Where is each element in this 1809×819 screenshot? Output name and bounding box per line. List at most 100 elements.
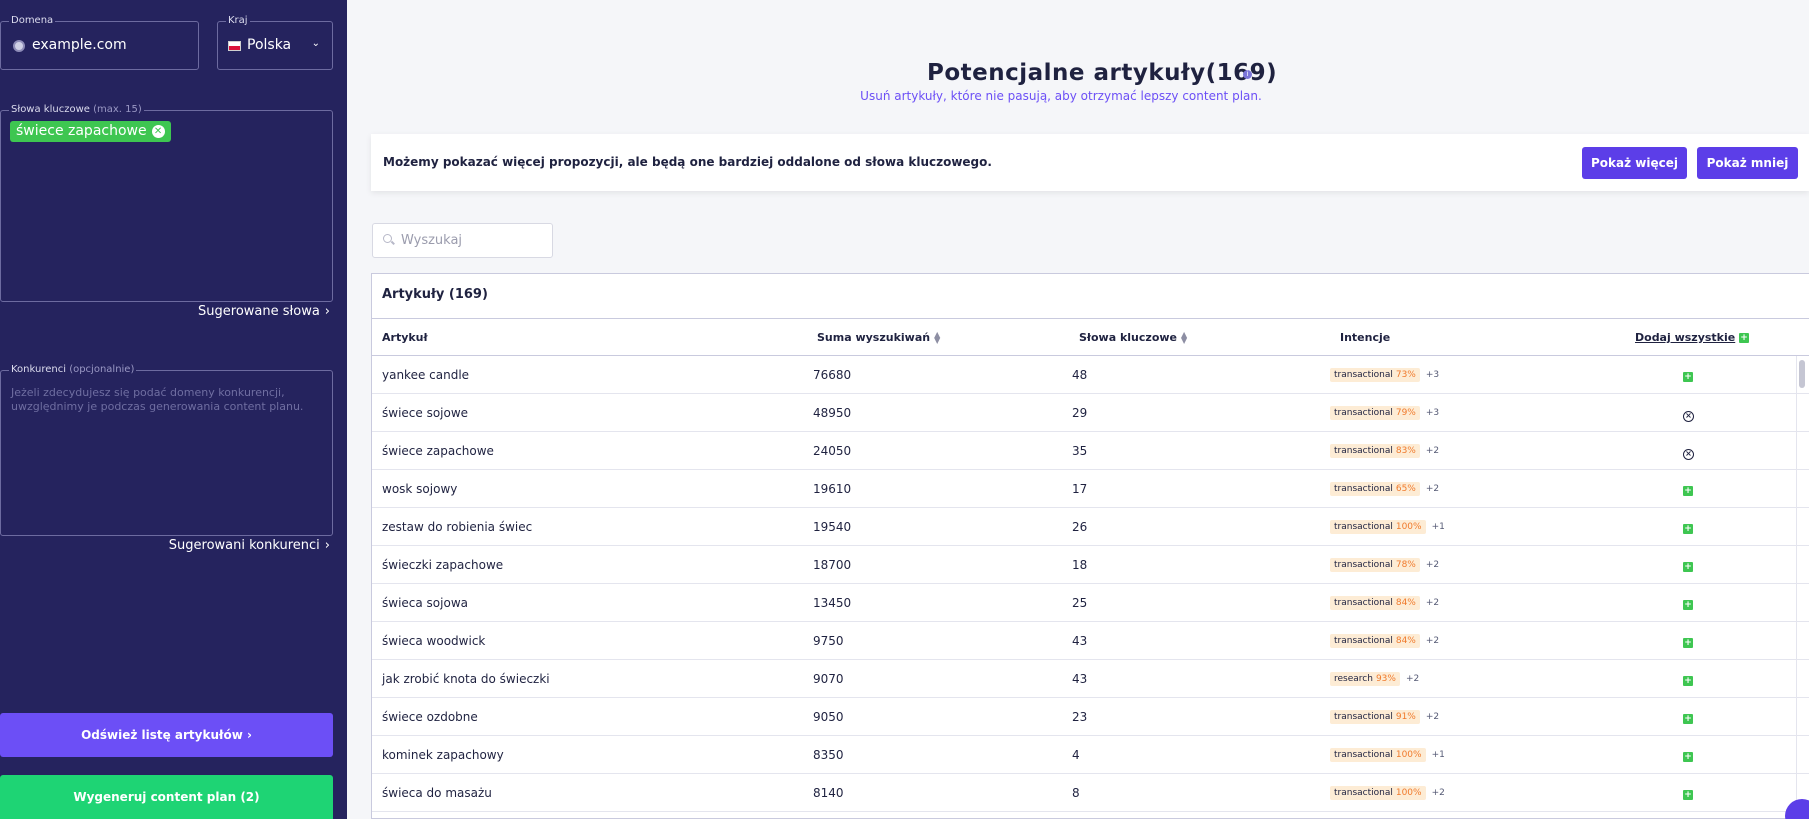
more-intents[interactable]: +1 xyxy=(1432,522,1445,532)
add-article-icon[interactable]: + xyxy=(1683,789,1693,800)
column-intents: Intencje xyxy=(1340,331,1391,344)
search-sum: 9050 xyxy=(813,710,844,724)
more-intents[interactable]: +2 xyxy=(1426,598,1439,608)
suggested-words-link[interactable]: Sugerowane słowa › xyxy=(198,304,330,319)
keyword-count: 35 xyxy=(1072,444,1088,458)
keyword-count: 48 xyxy=(1072,368,1088,382)
intent-badge: transactional 100% xyxy=(1330,786,1426,800)
intent-cell: transactional 100% +2 xyxy=(1330,784,1445,800)
more-intents[interactable]: +3 xyxy=(1426,408,1439,418)
row-action[interactable]: + xyxy=(1683,597,1693,611)
show-more-button[interactable]: Pokaż więcej xyxy=(1582,147,1687,179)
competitors-label: Konkurenci (opcjonalnie) xyxy=(9,364,137,375)
row-action[interactable]: + xyxy=(1683,559,1693,573)
sidebar: Domena example.com Kraj Polska ⌄ Słowa k… xyxy=(0,0,347,819)
more-intents[interactable]: +2 xyxy=(1426,560,1439,570)
globe-icon xyxy=(13,40,25,52)
row-action[interactable]: + xyxy=(1683,711,1693,725)
keywords-field[interactable]: Słowa kluczowe (max. 15) świece zapachow… xyxy=(0,104,333,302)
keyword-count: 23 xyxy=(1072,710,1088,724)
table-row: świece sojowe 48950 29 transactional 79% +3 × xyxy=(372,394,1809,432)
search-sum: 8140 xyxy=(813,786,844,800)
remove-chip-icon[interactable]: ✕ xyxy=(151,125,165,138)
row-action[interactable]: + xyxy=(1683,635,1693,649)
domain-field[interactable]: Domena example.com xyxy=(0,15,199,70)
add-article-icon[interactable]: + xyxy=(1683,713,1693,724)
refresh-articles-button[interactable]: Odśwież listę artykułów › xyxy=(0,713,333,757)
article-name: świeca sojowa xyxy=(382,596,468,610)
row-action[interactable]: + xyxy=(1683,673,1693,687)
intent-cell: transactional 84% +2 xyxy=(1330,594,1439,610)
poland-flag-icon xyxy=(228,41,241,51)
show-less-button[interactable]: Pokaż mniej xyxy=(1697,147,1798,179)
notice-text: Możemy pokazać więcej propozycji, ale bę… xyxy=(383,155,992,169)
column-sum[interactable]: Suma wyszukiwań ▲ ▼ xyxy=(817,331,940,345)
intent-cell: transactional 100% +1 xyxy=(1330,518,1445,534)
article-name: świece sojowe xyxy=(382,406,469,420)
generate-content-plan-button[interactable]: Wygeneruj content plan (2) xyxy=(0,775,333,819)
scrollbar-track[interactable] xyxy=(1796,356,1808,818)
row-action[interactable]: + xyxy=(1683,521,1693,535)
article-name: yankee candle xyxy=(382,368,470,382)
row-action[interactable]: + xyxy=(1683,787,1693,801)
intent-badge: transactional 100% xyxy=(1330,520,1426,534)
more-intents[interactable]: +2 xyxy=(1426,636,1439,646)
article-name: kominek zapachowy xyxy=(382,748,504,762)
add-article-icon[interactable]: + xyxy=(1683,751,1693,762)
intent-cell: research 93% +2 xyxy=(1330,670,1419,686)
column-keywords[interactable]: Słowa kluczowe ▲ ▼ xyxy=(1079,331,1187,345)
search-input[interactable]: Wyszukaj xyxy=(372,223,553,258)
competitors-placeholder: Jeżeli zdecydujesz się podać domeny konk… xyxy=(11,386,304,413)
page-subtitle: Usuń artykuły, które nie pasują, aby otr… xyxy=(860,89,1262,103)
more-intents[interactable]: +1 xyxy=(1432,750,1445,760)
add-article-icon[interactable]: + xyxy=(1683,561,1693,572)
more-intents[interactable]: +2 xyxy=(1426,446,1439,456)
keyword-count: 8 xyxy=(1072,786,1080,800)
table-row: świeczki zapachowe 18700 18 transactional 78… xyxy=(372,546,1809,584)
intent-cell: transactional 73% +3 xyxy=(1330,366,1439,382)
table-row: świeca woodwick 9750 43 transactional 84% +2 + xyxy=(372,622,1809,660)
article-name: świeca woodwick xyxy=(382,634,486,648)
article-name: wosk sojowy xyxy=(382,482,458,496)
row-action[interactable]: + xyxy=(1683,369,1693,383)
competitors-field[interactable]: Konkurenci (opcjonalnie) Jeżeli zdecyduj… xyxy=(0,364,333,536)
more-intents[interactable]: +2 xyxy=(1426,484,1439,494)
keyword-count: 4 xyxy=(1072,748,1080,762)
add-article-icon[interactable]: + xyxy=(1683,675,1693,686)
more-intents[interactable]: +2 xyxy=(1406,674,1419,684)
info-icon[interactable]: i xyxy=(1243,70,1252,79)
add-article-icon[interactable]: + xyxy=(1683,371,1693,382)
add-article-icon[interactable]: + xyxy=(1683,523,1693,534)
country-value: Polska xyxy=(247,37,292,53)
add-all-link[interactable]: Dodaj wszystkie + xyxy=(1635,331,1750,344)
intent-cell: transactional 84% +2 xyxy=(1330,632,1439,648)
more-intents[interactable]: +2 xyxy=(1432,788,1445,798)
row-action[interactable]: + xyxy=(1683,483,1693,497)
search-icon xyxy=(383,234,392,243)
more-intents[interactable]: +2 xyxy=(1426,712,1439,722)
row-action[interactable]: × xyxy=(1683,445,1694,460)
intent-badge: transactional 83% xyxy=(1330,444,1420,458)
add-article-icon[interactable]: + xyxy=(1683,485,1693,496)
scrollbar-thumb[interactable] xyxy=(1799,360,1805,388)
intent-cell: transactional 91% +2 xyxy=(1330,708,1439,724)
remove-article-icon[interactable]: × xyxy=(1683,449,1694,460)
article-name: świece zapachowe xyxy=(382,444,494,458)
more-intents[interactable]: +3 xyxy=(1426,370,1439,380)
add-article-icon[interactable]: + xyxy=(1683,599,1693,610)
suggested-competitors-link[interactable]: Sugerowani konkurenci › xyxy=(169,538,330,553)
remove-article-icon[interactable]: × xyxy=(1683,411,1694,422)
keyword-count: 26 xyxy=(1072,520,1088,534)
add-article-icon[interactable]: + xyxy=(1683,637,1693,648)
table-row: świeca sojowa 13450 25 transactional 84% +2 + xyxy=(372,584,1809,622)
country-select[interactable]: Kraj Polska ⌄ xyxy=(217,15,333,70)
domain-label: Domena xyxy=(9,15,56,26)
intent-cell: transactional 79% +3 xyxy=(1330,404,1439,420)
table-row: kominek zapachowy 8350 4 transactional 100% +… xyxy=(372,736,1809,774)
search-sum: 76680 xyxy=(813,368,852,382)
row-action[interactable]: × xyxy=(1683,407,1694,422)
intent-cell: transactional 83% +2 xyxy=(1330,442,1439,458)
search-sum: 19540 xyxy=(813,520,852,534)
row-action[interactable]: + xyxy=(1683,749,1693,763)
domain-value: example.com xyxy=(32,37,127,53)
